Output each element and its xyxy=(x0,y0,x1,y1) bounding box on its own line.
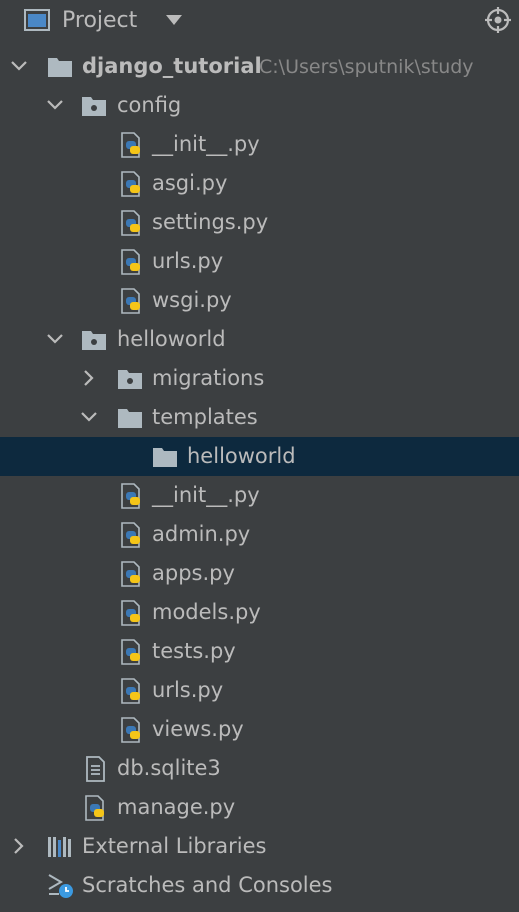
tree-file[interactable]: tests.py xyxy=(0,632,519,671)
tree-file[interactable]: views.py xyxy=(0,710,519,749)
tree-file[interactable]: __init__.py xyxy=(0,476,519,515)
package-folder-icon xyxy=(80,326,108,354)
tree-label: urls.py xyxy=(152,249,224,273)
tree-label: urls.py xyxy=(152,678,224,702)
tree-node-helloworld[interactable]: helloworld xyxy=(0,320,519,359)
tree-node-scratches[interactable]: Scratches and Consoles xyxy=(0,866,519,905)
tree-label: asgi.py xyxy=(152,171,228,195)
tree-label: apps.py xyxy=(152,561,235,585)
tree-node-django-tutorial[interactable]: django_tutorial C:\Users\sputnik\study xyxy=(0,47,519,86)
project-view-selector[interactable]: Project xyxy=(62,6,137,36)
python-file-icon xyxy=(118,599,146,627)
tree-label: migrations xyxy=(152,366,265,390)
python-file-icon xyxy=(118,677,146,705)
tree-file[interactable]: urls.py xyxy=(0,671,519,710)
python-file-icon xyxy=(118,521,146,549)
tree-label: __init__.py xyxy=(152,483,260,507)
tree-file[interactable]: db.sqlite3 xyxy=(0,749,519,788)
scratches-icon xyxy=(46,872,74,900)
python-file-icon xyxy=(118,716,146,744)
python-file-icon xyxy=(118,209,146,237)
tree-label: helloworld xyxy=(117,327,226,351)
tree-file[interactable]: models.py xyxy=(0,593,519,632)
tree-file[interactable]: apps.py xyxy=(0,554,519,593)
tree-label: db.sqlite3 xyxy=(117,756,221,780)
chevron-down-icon[interactable] xyxy=(46,330,64,348)
tree-label: templates xyxy=(152,405,258,429)
tree-label: models.py xyxy=(152,600,261,624)
tree-label: config xyxy=(117,93,182,117)
python-file-icon xyxy=(118,560,146,588)
tree-node-templates-helloworld[interactable]: helloworld xyxy=(0,437,519,476)
python-file-icon xyxy=(82,794,110,822)
tree-label: External Libraries xyxy=(82,834,267,858)
tree-file[interactable]: asgi.py xyxy=(0,164,519,203)
tree-label: __init__.py xyxy=(152,132,260,156)
chevron-down-icon[interactable] xyxy=(80,408,98,426)
tree-label: admin.py xyxy=(152,522,251,546)
locate-file-icon[interactable] xyxy=(484,6,512,34)
tree-node-templates[interactable]: templates xyxy=(0,398,519,437)
package-folder-icon xyxy=(116,365,144,393)
tree-label: manage.py xyxy=(117,795,236,819)
package-folder-icon xyxy=(80,92,108,120)
python-file-icon xyxy=(118,248,146,276)
tree-file[interactable]: wsgi.py xyxy=(0,281,519,320)
tree-label: tests.py xyxy=(152,639,236,663)
chevron-down-icon[interactable] xyxy=(10,57,28,75)
project-path: C:\Users\sputnik\study xyxy=(259,56,474,78)
tree-node-external-libraries[interactable]: External Libraries xyxy=(0,827,519,866)
project-window-icon xyxy=(24,9,50,31)
tree-label: wsgi.py xyxy=(152,288,232,312)
folder-icon xyxy=(116,404,144,432)
project-toolbar: Project xyxy=(0,0,519,42)
folder-icon xyxy=(151,443,179,471)
python-file-icon xyxy=(118,638,146,666)
tree-file[interactable]: urls.py xyxy=(0,242,519,281)
tree-node-migrations[interactable]: migrations xyxy=(0,359,519,398)
python-file-icon xyxy=(118,287,146,315)
chevron-right-icon[interactable] xyxy=(10,837,28,855)
python-file-icon xyxy=(118,482,146,510)
folder-icon xyxy=(46,53,74,81)
tree-node-config[interactable]: config xyxy=(0,86,519,125)
tree-file[interactable]: __init__.py xyxy=(0,125,519,164)
tree-file[interactable]: settings.py xyxy=(0,203,519,242)
library-icon xyxy=(46,833,74,861)
tree-label: django_tutorial xyxy=(82,54,262,78)
text-file-icon xyxy=(82,755,110,783)
tree-file[interactable]: manage.py xyxy=(0,788,519,827)
python-file-icon xyxy=(118,170,146,198)
chevron-right-icon[interactable] xyxy=(80,369,98,387)
chevron-down-icon[interactable] xyxy=(165,13,183,27)
tree-label: helloworld xyxy=(187,444,296,468)
tree-label: settings.py xyxy=(152,210,269,234)
tree-file[interactable]: admin.py xyxy=(0,515,519,554)
tree-label: views.py xyxy=(152,717,244,741)
tree-label: Scratches and Consoles xyxy=(82,873,333,897)
chevron-down-icon[interactable] xyxy=(46,96,64,114)
python-file-icon xyxy=(118,131,146,159)
